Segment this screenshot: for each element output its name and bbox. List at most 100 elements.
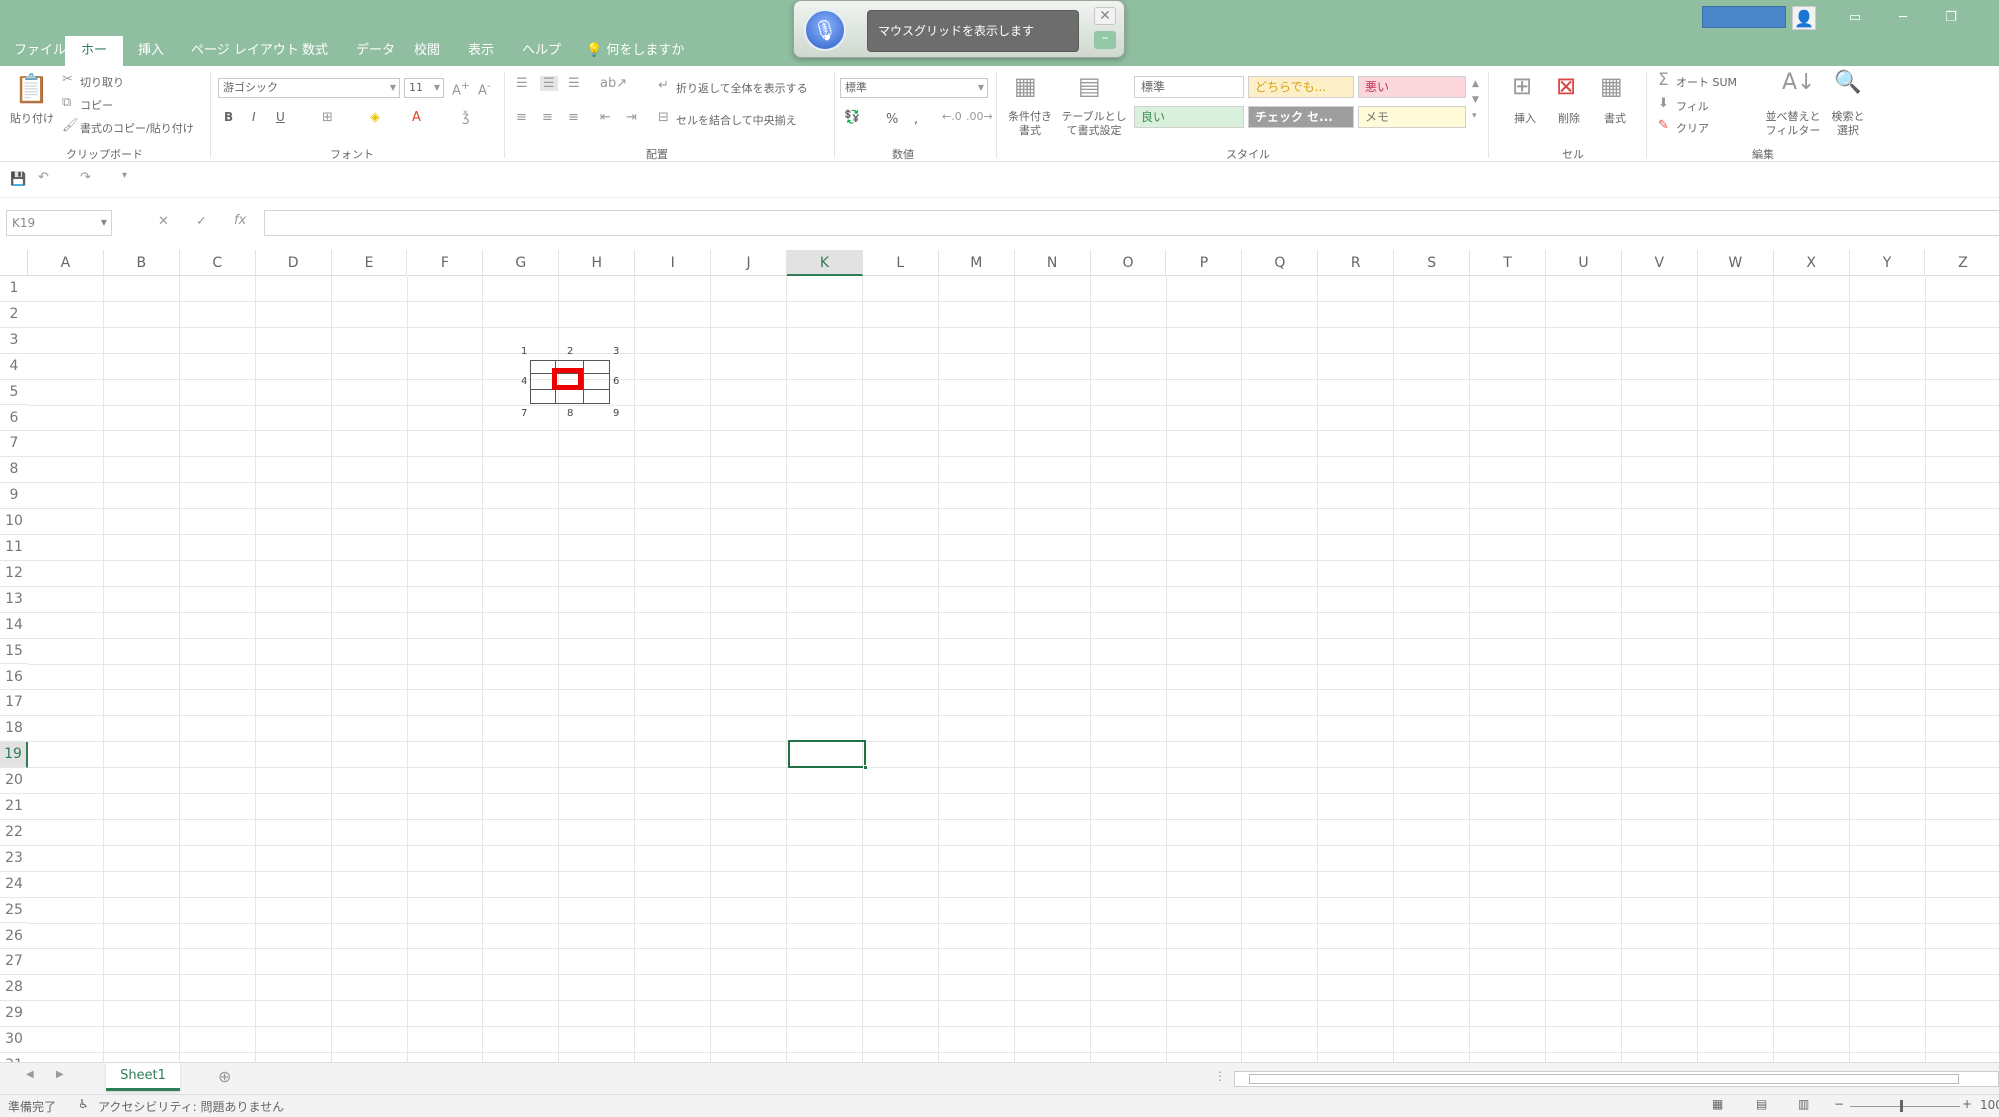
grid-number[interactable]: 3 (613, 346, 619, 357)
tab-home[interactable]: ホーム (65, 36, 123, 88)
status-accessibility[interactable]: アクセシビリティ: 問題ありません (98, 1098, 284, 1115)
cancel-icon[interactable]: ✕ (158, 214, 169, 229)
row-header[interactable]: 1 (0, 276, 28, 302)
column-header[interactable]: L (862, 250, 939, 276)
border-icon[interactable]: ⊞ (322, 110, 333, 125)
tab-view[interactable]: 表示 (458, 36, 504, 66)
insert-cells-icon[interactable]: ⊞ (1512, 72, 1532, 100)
column-header[interactable]: A (28, 250, 104, 276)
grid-number[interactable]: 7 (521, 408, 527, 419)
column-header[interactable]: S (1394, 250, 1471, 276)
column-header[interactable]: G (483, 250, 560, 276)
row-header[interactable]: 18 (0, 716, 28, 743)
align-center-icon[interactable]: ≡ (542, 110, 553, 125)
row-header[interactable]: 25 (0, 898, 28, 924)
name-box[interactable]: K19 ▼ (6, 210, 112, 236)
format-cells-button[interactable]: 書式 (1604, 110, 1626, 126)
scroll-left-icon[interactable]: ◀ (26, 1069, 34, 1080)
format-as-table-icon[interactable]: ▤ (1078, 72, 1101, 100)
row-header[interactable]: 16 (0, 665, 28, 691)
shrink-font-icon[interactable]: A- (478, 79, 491, 98)
column-header[interactable]: Y (1849, 250, 1926, 276)
underline-button[interactable]: U (276, 110, 285, 124)
column-header[interactable]: K (787, 250, 863, 276)
tab-help[interactable]: ヘルプ (512, 36, 571, 66)
zoom-level[interactable]: 100% (1980, 1098, 1999, 1112)
cut-button[interactable]: 切り取り (80, 74, 124, 90)
currency-icon[interactable]: 💱 (844, 110, 860, 125)
tab-formulas[interactable]: 数式 (292, 36, 338, 66)
save-icon[interactable]: 💾 (10, 172, 26, 187)
grid-number[interactable]: 9 (613, 408, 619, 419)
grid-number[interactable]: 6 (613, 376, 619, 387)
row-header[interactable]: 8 (0, 457, 28, 484)
fill-button[interactable]: フィル (1676, 98, 1709, 114)
row-header[interactable]: 28 (0, 975, 28, 1002)
row-header[interactable]: 27 (0, 949, 28, 976)
zoom-in-icon[interactable]: + (1962, 1097, 1972, 1111)
column-header[interactable]: H (559, 250, 636, 276)
number-format-select[interactable]: 標準 ▼ (840, 78, 988, 98)
increase-decimal-icon[interactable]: ←.0 (942, 110, 962, 123)
horizontal-scrollbar[interactable] (1234, 1071, 1999, 1087)
column-header[interactable]: W (1697, 250, 1774, 276)
format-as-table-button[interactable]: テーブルとして書式設定 (1058, 110, 1130, 138)
find-select-button[interactable]: 検索と選択 (1830, 110, 1866, 138)
merge-center-button[interactable]: セルを結合して中央揃え (676, 112, 797, 128)
delete-cells-button[interactable]: 削除 (1558, 110, 1580, 126)
percent-button[interactable]: % (886, 112, 898, 127)
sort-filter-icon[interactable]: A↓ (1782, 70, 1815, 95)
splitter-icon[interactable]: ⋮ (1214, 1069, 1226, 1083)
increase-indent-icon[interactable]: ⇥ (626, 110, 637, 125)
grid-number[interactable]: 1 (521, 346, 527, 357)
decrease-indent-icon[interactable]: ⇤ (600, 110, 611, 125)
formula-input[interactable] (264, 210, 1999, 236)
row-header[interactable]: 24 (0, 872, 28, 898)
undo-icon[interactable]: ↶ (38, 170, 49, 185)
voice-close-icon[interactable]: ✕ (1094, 7, 1116, 25)
style-normal[interactable]: 標準 (1134, 76, 1244, 98)
column-header[interactable]: B (103, 250, 180, 276)
eraser-icon[interactable]: ✎ (1658, 118, 1669, 133)
style-check-cell[interactable]: チェック セ... (1248, 106, 1354, 128)
row-header[interactable]: 14 (0, 613, 28, 639)
search-icon[interactable]: 🔍 (1834, 70, 1861, 95)
row-header[interactable]: 29 (0, 1001, 28, 1028)
autosum-icon[interactable]: Σ (1658, 70, 1669, 90)
column-header[interactable]: Z (1925, 250, 1999, 276)
align-middle-icon[interactable]: ☰ (540, 76, 558, 91)
decrease-decimal-icon[interactable]: .00→ (966, 110, 993, 123)
column-header[interactable]: U (1546, 250, 1622, 276)
row-header[interactable]: 15 (0, 639, 28, 665)
add-sheet-icon[interactable]: ⊕ (218, 1067, 231, 1086)
redo-icon[interactable]: ↷ (80, 170, 91, 185)
sort-filter-button[interactable]: 並べ替えとフィルター (1764, 110, 1822, 138)
zoom-slider-thumb[interactable] (1900, 1100, 1903, 1112)
row-header[interactable]: 22 (0, 820, 28, 846)
sheet-tab-sheet1[interactable]: Sheet1 (106, 1063, 180, 1091)
wrap-text-icon[interactable]: ↵ (658, 78, 669, 93)
scissors-icon[interactable]: ✂ (62, 72, 73, 87)
column-header[interactable]: M (938, 250, 1015, 276)
column-header[interactable]: J (711, 250, 787, 276)
voice-minimize-icon[interactable]: – (1094, 31, 1116, 49)
scrollbar-thumb[interactable] (1249, 1074, 1959, 1084)
wrap-text-button[interactable]: 折り返して全体を表示する (676, 80, 808, 96)
accessibility-icon[interactable]: ♿ (78, 1097, 89, 1111)
customize-qat-icon[interactable]: ▾ (122, 170, 127, 181)
account-button[interactable] (1702, 6, 1786, 28)
copy-button[interactable]: コピー (80, 97, 113, 113)
scroll-right-icon[interactable]: ▶ (56, 1069, 64, 1080)
format-painter-button[interactable]: 書式のコピー/貼り付け (80, 120, 194, 136)
conditional-format-icon[interactable]: ▦ (1014, 72, 1037, 100)
row-header[interactable]: 3 (0, 328, 28, 354)
format-painter-icon[interactable]: 🖌 (62, 118, 79, 133)
microphone-icon[interactable]: 🎙 (804, 9, 846, 51)
column-header[interactable]: F (407, 250, 484, 276)
delete-cells-icon[interactable]: ⊠ (1556, 72, 1576, 100)
ribbon-display-icon[interactable]: ▭ (1840, 4, 1870, 30)
fill-handle[interactable] (863, 765, 868, 770)
row-header[interactable]: 31 (0, 1053, 28, 1062)
font-size-select[interactable]: 11 ▼ (404, 78, 444, 98)
row-header[interactable]: 20 (0, 768, 28, 794)
